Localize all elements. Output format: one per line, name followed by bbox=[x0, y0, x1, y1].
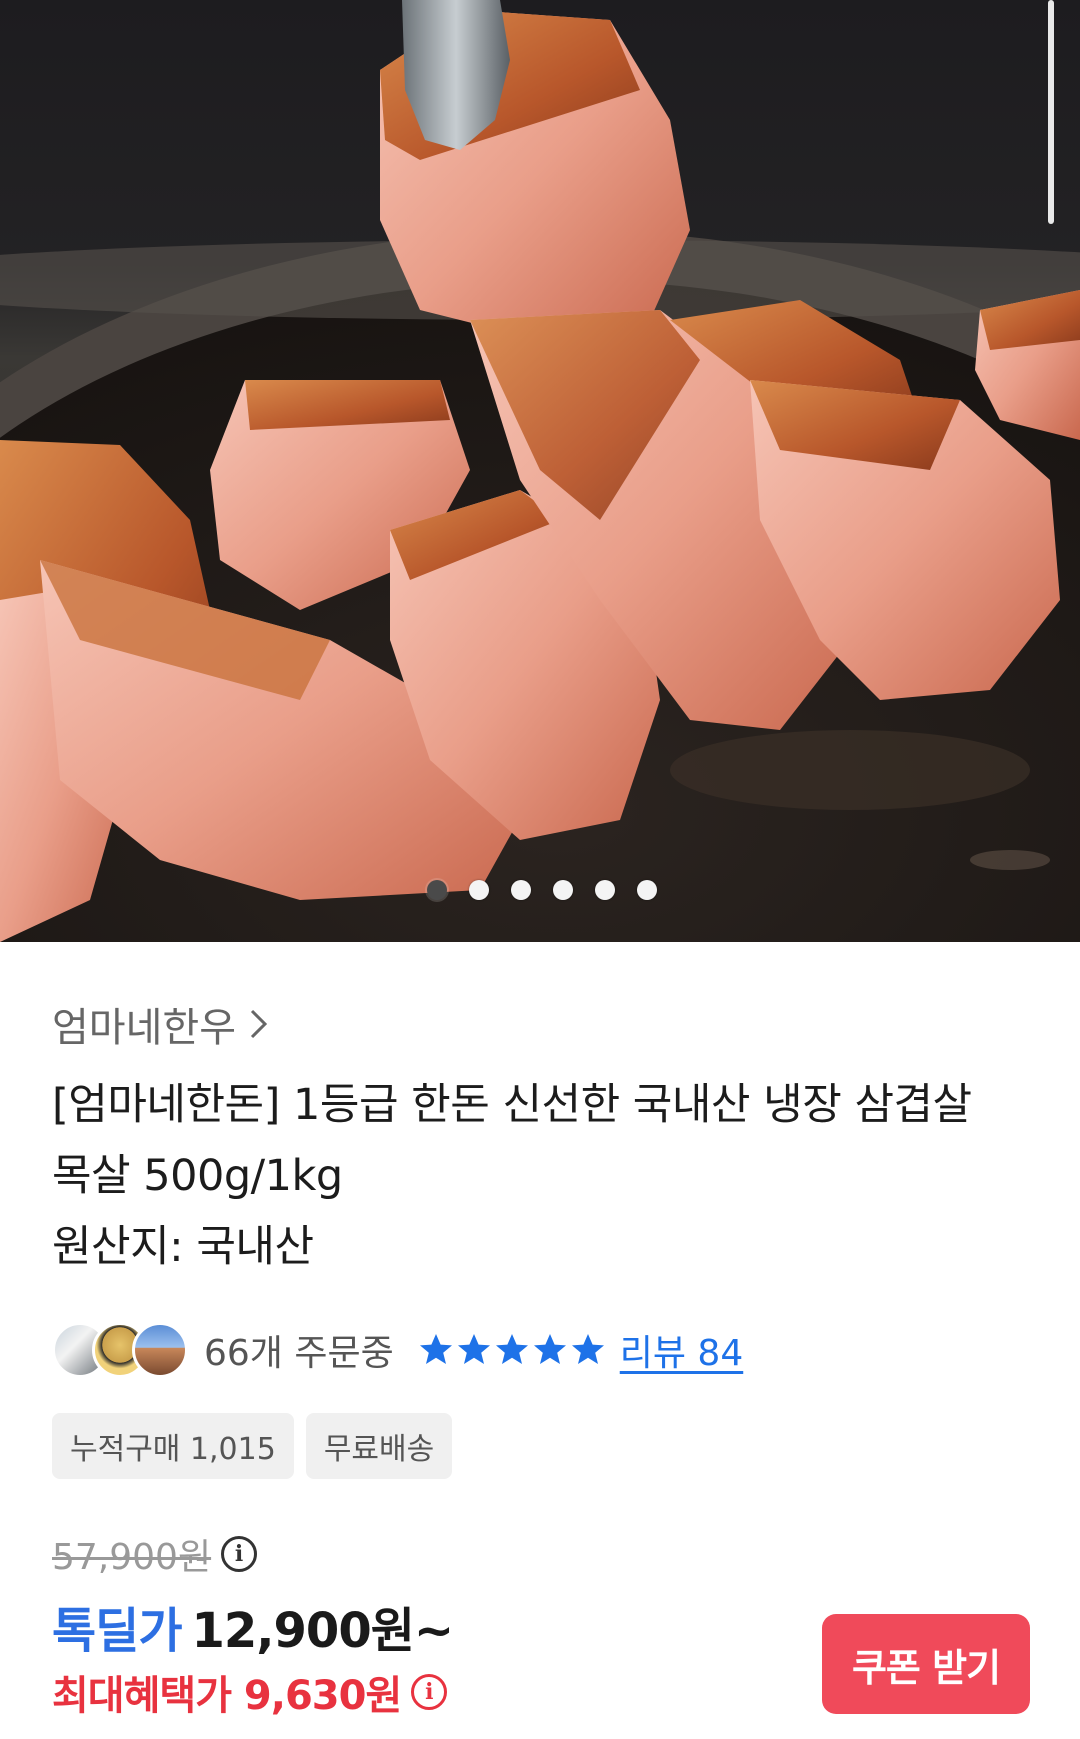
rating-stars bbox=[418, 1332, 606, 1368]
star-icon bbox=[457, 1334, 490, 1364]
carousel-dot[interactable] bbox=[469, 880, 489, 900]
carousel-dot[interactable] bbox=[511, 880, 531, 900]
seller-link[interactable]: 엄마네한우 bbox=[52, 998, 270, 1051]
info-icon[interactable]: i bbox=[221, 1536, 258, 1572]
carousel-dot[interactable] bbox=[595, 880, 615, 900]
coupon-button[interactable]: 쿠폰 받기 bbox=[822, 1614, 1030, 1714]
deal-price-row: 톡딜가 12,900원~ bbox=[52, 1590, 454, 1662]
tag-free-shipping: 무료배송 bbox=[305, 1413, 453, 1479]
max-benefit-price: 최대혜택가 9,630원 bbox=[52, 1673, 402, 1719]
seller-name: 엄마네한우 bbox=[52, 1005, 236, 1051]
deal-price: 12,900원~ bbox=[191, 1603, 454, 1659]
info-icon[interactable]: i bbox=[411, 1674, 448, 1710]
order-count: 66개 주문중 bbox=[204, 1333, 394, 1374]
max-benefit-row: 최대혜택가 9,630원 i bbox=[52, 1662, 448, 1722]
product-title-line: 목살 500g/1kg bbox=[52, 1151, 343, 1201]
original-price: 57,900원 bbox=[52, 1537, 212, 1578]
product-photo bbox=[0, 0, 1080, 942]
product-title-line: [엄마네한돈] 1등급 한돈 신선한 국내산 냉장 삼겹살 bbox=[52, 1080, 972, 1130]
star-icon bbox=[495, 1334, 528, 1364]
carousel-indicator bbox=[0, 877, 1080, 901]
product-tags: 누적구매 1,015 무료배송 bbox=[52, 1413, 453, 1479]
buyer-avatars bbox=[52, 1322, 192, 1378]
star-icon bbox=[533, 1334, 566, 1364]
deal-label: 톡딜가 bbox=[52, 1603, 182, 1659]
carousel-dot[interactable] bbox=[637, 880, 657, 900]
star-icon bbox=[571, 1334, 604, 1364]
avatar bbox=[132, 1322, 188, 1378]
carousel-dot[interactable] bbox=[427, 880, 447, 900]
product-image-carousel[interactable] bbox=[0, 0, 1080, 942]
star-icon bbox=[419, 1334, 452, 1364]
review-link[interactable]: 리뷰 84 bbox=[620, 1324, 744, 1376]
tag-cumulative-purchases: 누적구매 1,015 bbox=[52, 1413, 294, 1479]
original-price-row: 57,900원 i bbox=[52, 1529, 258, 1579]
social-proof: 66개 주문중 리뷰 84 bbox=[52, 1320, 743, 1380]
product-title: [엄마네한돈] 1등급 한돈 신선한 국내산 냉장 삼겹살 목살 500g/1k… bbox=[52, 1070, 1042, 1283]
chevron-right-icon bbox=[250, 1009, 268, 1039]
carousel-dot[interactable] bbox=[553, 880, 573, 900]
image-scrollbar[interactable] bbox=[1048, 0, 1054, 224]
product-origin: 원산지: 국내산 bbox=[52, 1222, 314, 1272]
